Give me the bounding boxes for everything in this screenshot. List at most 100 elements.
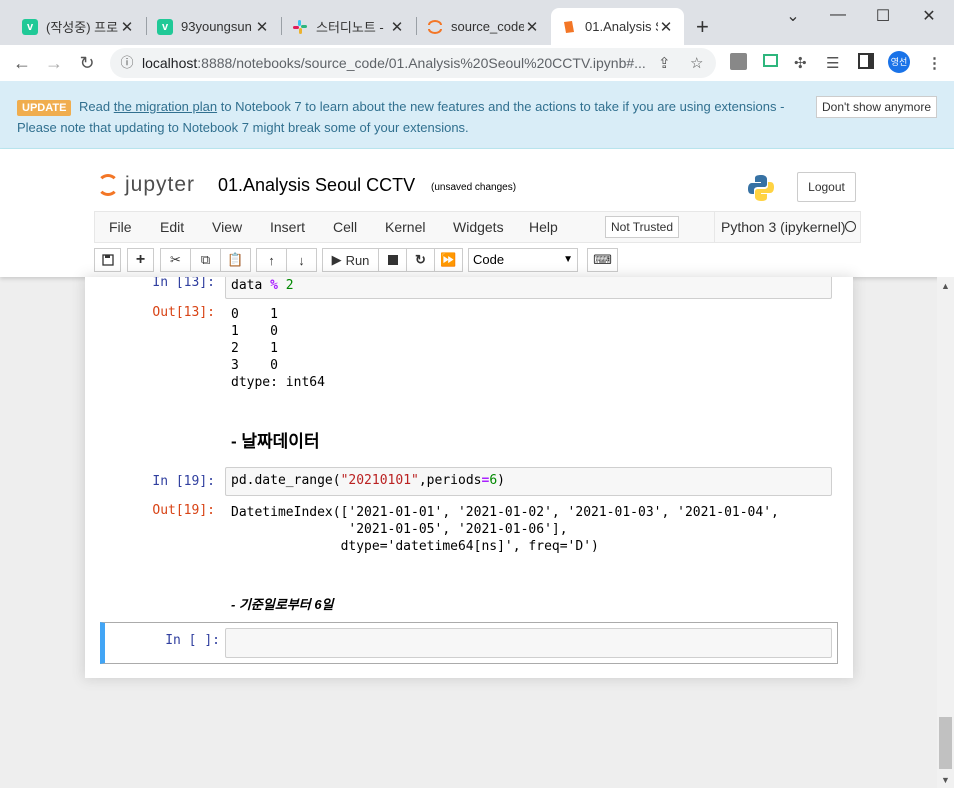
- input-prompt: In [19]:: [152, 474, 215, 489]
- keyboard-icon[interactable]: ⌨: [587, 248, 618, 272]
- share-icon[interactable]: ⇪: [658, 54, 671, 72]
- tab-title: 93youngsun: [181, 19, 252, 34]
- banner-text: to Notebook 7 to learn about the new fea…: [220, 99, 785, 114]
- logout-button[interactable]: Logout: [797, 172, 856, 202]
- extension-icon[interactable]: [730, 53, 747, 70]
- cut-icon[interactable]: ✂: [160, 248, 191, 272]
- scroll-up-icon[interactable]: ▲: [941, 281, 950, 291]
- close-tab-icon[interactable]: ✕: [119, 18, 135, 36]
- browser-tab-5-active[interactable]: 01.Analysis S ✕: [551, 8, 684, 45]
- output-prompt: Out[19]:: [152, 503, 215, 518]
- code-number: 2: [285, 278, 294, 293]
- maximize-window-icon[interactable]: ☐: [868, 6, 898, 26]
- jupyter-icon: [427, 19, 443, 35]
- dont-show-anymore-button[interactable]: Don't show anymore: [816, 96, 938, 118]
- code-cell-input[interactable]: data % 2: [225, 277, 832, 299]
- tab-title: 스터디노트 -: [316, 20, 384, 35]
- notebook-container: In [13]: data % 2 Out[13]: 0 1 1 0 2 1 3…: [85, 277, 853, 678]
- jupyter-logo[interactable]: jupyter: [97, 171, 195, 199]
- new-tab-button[interactable]: +: [696, 14, 709, 40]
- bookmark-star-icon[interactable]: ☆: [690, 54, 703, 72]
- update-badge: UPDATE: [17, 100, 72, 116]
- menu-edit[interactable]: Edit: [160, 219, 184, 235]
- cell-output: 0 1 1 0 2 1 3 0 dtype: int64: [231, 307, 325, 390]
- jupyter-wordmark: jupyter: [125, 173, 196, 196]
- minimize-window-icon[interactable]: —: [823, 6, 853, 26]
- kernel-idle-icon: [845, 221, 856, 232]
- jupyter-header: jupyter 01.Analysis Seoul CCTV (unsaved …: [0, 149, 954, 277]
- move-down-icon[interactable]: ↓: [286, 248, 317, 272]
- menu-kernel[interactable]: Kernel: [385, 219, 425, 235]
- cell-output: DatetimeIndex(['2021-01-01', '2021-01-02…: [231, 505, 779, 554]
- browser-tab-2[interactable]: v 93youngsun ✕: [147, 8, 280, 45]
- fast-forward-icon[interactable]: ⏩: [434, 248, 463, 272]
- paste-icon[interactable]: 📋: [220, 248, 251, 272]
- screen-capture-icon[interactable]: [763, 54, 778, 67]
- banner-read: Read: [79, 99, 111, 114]
- scrollbar-thumb[interactable]: [939, 717, 952, 769]
- close-window-icon[interactable]: ✕: [914, 6, 944, 26]
- menu-bar: File Edit View Insert Cell Kernel Widget…: [94, 211, 861, 243]
- kernel-name: Python 3 (ipykernel): [714, 212, 846, 242]
- code-token: ): [497, 473, 505, 488]
- update-message: UPDATE Read the migration plan to Notebo…: [17, 97, 807, 137]
- browser-toolbar: ← → ↻ ⓘ localhost:8888/notebooks/source_…: [0, 45, 954, 81]
- code-cell-input[interactable]: pd.date_range("20210101",periods=6): [225, 467, 832, 496]
- menu-file[interactable]: File: [109, 219, 132, 235]
- empty-code-cell-input[interactable]: [225, 628, 832, 658]
- menu-insert[interactable]: Insert: [270, 219, 305, 235]
- side-panel-icon[interactable]: [858, 53, 874, 69]
- browser-tab-1[interactable]: v (작성중) 프로 ✕: [12, 8, 145, 45]
- browser-tab-3[interactable]: 스터디노트 - ✕: [282, 8, 415, 45]
- banner-text-line2: Please note that updating to Notebook 7 …: [17, 120, 469, 135]
- close-tab-icon[interactable]: ✕: [658, 18, 674, 36]
- media-queue-icon[interactable]: ☰: [826, 54, 839, 72]
- browser-tab-4[interactable]: source_code/ ✕: [417, 8, 550, 45]
- slack-icon: [292, 19, 308, 35]
- close-tab-icon[interactable]: ✕: [524, 18, 540, 36]
- restart-icon[interactable]: ↻: [406, 248, 435, 272]
- markdown-text: - 기준일로부터 6일: [231, 597, 334, 612]
- code-operator: %: [270, 278, 278, 293]
- move-up-icon[interactable]: ↑: [256, 248, 287, 272]
- menu-view[interactable]: View: [212, 219, 242, 235]
- back-arrow-icon[interactable]: ←: [10, 51, 34, 75]
- info-icon[interactable]: ⓘ: [116, 52, 138, 74]
- run-button[interactable]: ▶ Run: [322, 248, 379, 272]
- tab-title: source_code/: [451, 19, 524, 34]
- menu-cell[interactable]: Cell: [333, 219, 357, 235]
- tab-title: (작성중) 프로: [46, 20, 119, 35]
- input-prompt: In [13]:: [152, 277, 215, 290]
- code-string: "20210101": [340, 473, 419, 488]
- not-trusted-button[interactable]: Not Trusted: [605, 216, 680, 238]
- add-cell-icon[interactable]: +: [127, 248, 154, 272]
- page-scrollbar[interactable]: ▲ ▼: [937, 277, 954, 788]
- close-tab-icon[interactable]: ✕: [389, 18, 405, 36]
- output-prompt: Out[13]:: [152, 305, 215, 320]
- menu-widgets[interactable]: Widgets: [453, 219, 504, 235]
- close-tab-icon[interactable]: ✕: [254, 18, 270, 36]
- reload-icon[interactable]: ↻: [75, 51, 99, 75]
- tab-search-button[interactable]: ⌄: [778, 6, 808, 26]
- interrupt-icon[interactable]: [378, 248, 407, 272]
- forward-arrow-icon[interactable]: →: [42, 51, 66, 75]
- copy-icon[interactable]: ⧉: [190, 248, 221, 272]
- markdown-heading: - 날짜데이터: [231, 432, 320, 451]
- code-token: pd.date_range(: [231, 473, 341, 488]
- notebook-icon: [561, 19, 577, 35]
- notebook-title[interactable]: 01.Analysis Seoul CCTV: [218, 175, 415, 196]
- menu-help[interactable]: Help: [529, 219, 558, 235]
- puzzle-extensions-icon[interactable]: ✣: [794, 54, 807, 72]
- vlog-favicon-icon: v: [22, 18, 38, 35]
- migration-plan-link[interactable]: the migration plan: [114, 99, 217, 114]
- input-prompt: In [ ]:: [165, 633, 220, 648]
- code-number: 6: [489, 473, 498, 488]
- more-menu-icon[interactable]: ⋮: [927, 54, 942, 72]
- cell-type-value: Code: [473, 252, 505, 267]
- cell-type-select[interactable]: Code ▼: [468, 248, 578, 272]
- save-icon[interactable]: [94, 248, 121, 272]
- address-bar[interactable]: ⓘ localhost:8888/notebooks/source_code/0…: [110, 48, 716, 78]
- python-logo-icon: [746, 173, 776, 208]
- scroll-down-icon[interactable]: ▼: [941, 775, 950, 785]
- profile-avatar[interactable]: 영선: [888, 51, 910, 73]
